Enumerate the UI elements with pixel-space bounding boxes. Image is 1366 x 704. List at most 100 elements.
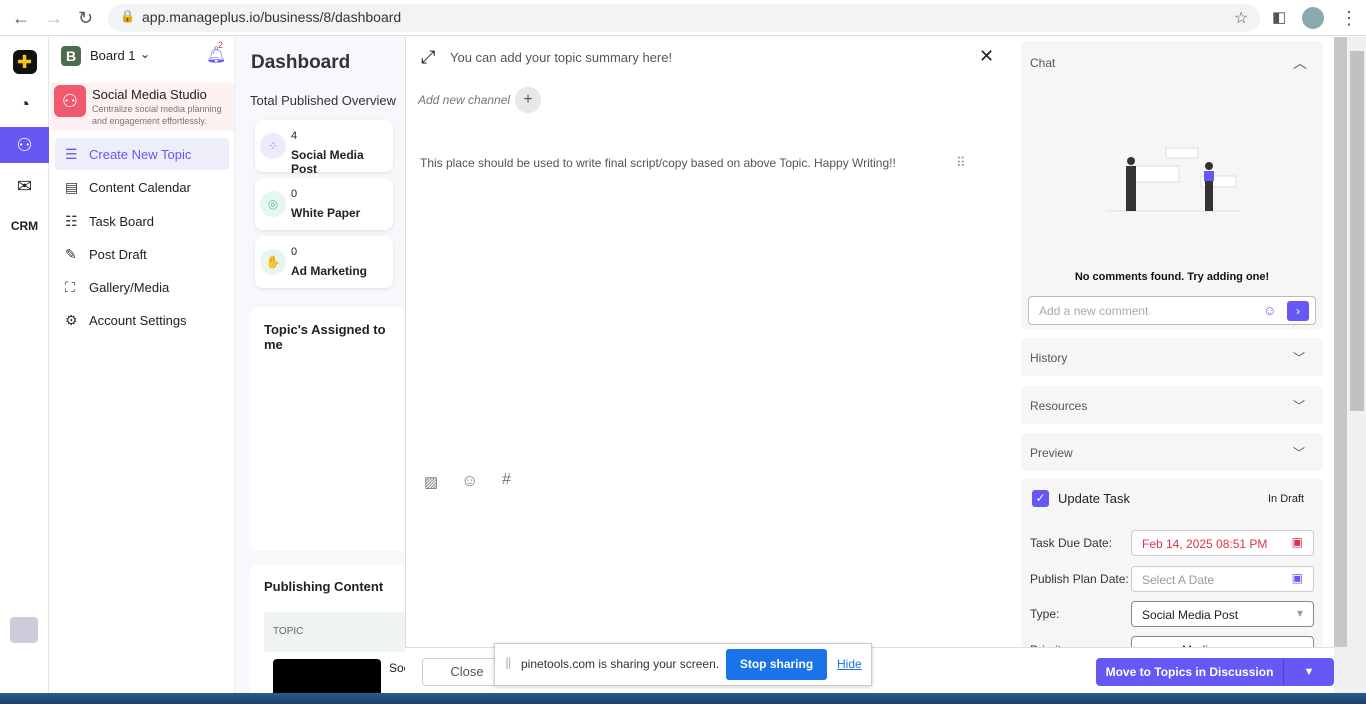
type-select[interactable]: Social Media Post ▾ <box>1131 601 1314 627</box>
update-task-label: Update Task <box>1058 491 1131 506</box>
sidebar: B Board 1 ⌄ 🔔︎ 2 ⚇ Social Media Studio C… <box>50 37 235 693</box>
sidebar-item-label: Gallery/Media <box>89 279 170 295</box>
emoji-icon[interactable]: ☺ <box>1263 303 1276 318</box>
type-value: Social Media Post <box>1142 608 1239 622</box>
dashboard: Dashboard Total Published Overview ⁘ 4 Soc… <box>235 37 410 699</box>
update-task-checkbox[interactable]: ✓ <box>1032 490 1049 507</box>
status-badge: In Draft <box>1268 493 1305 505</box>
lock-icon: 🔒 <box>120 9 135 23</box>
image-icon[interactable]: ▨ <box>424 473 438 491</box>
sidebar-item-label: Content Calendar <box>89 179 191 195</box>
calendar-icon: ▣ <box>1291 535 1303 549</box>
profile-avatar[interactable] <box>1302 7 1324 29</box>
app-logo[interactable]: ✚ <box>0 45 49 79</box>
chevron-down-icon: ﹀ <box>1293 399 1306 413</box>
hashtag-icon[interactable]: # <box>502 471 511 489</box>
due-date-label: Task Due Date: <box>1030 536 1113 550</box>
sidepanel-icon[interactable]: ◧ <box>1272 8 1286 26</box>
back-icon[interactable]: ← <box>12 8 30 29</box>
app-banner: ⚇ Social Media Studio Centralize social … <box>50 83 234 131</box>
speedometer-icon[interactable]: ◔ <box>0 87 49 121</box>
card-label: Ad Marketing <box>291 264 368 278</box>
browser-toolbar: ← → ↻ 🔒 app.manageplus.io/business/8/dash… <box>0 0 1366 36</box>
due-date-field[interactable]: Feb 14, 2025 08:51 PM ▣ <box>1131 530 1314 556</box>
sidebar-item-task-board[interactable]: ☷ Task Board <box>55 205 229 237</box>
script-editor[interactable]: This place should be used to write final… <box>420 156 896 170</box>
expand-icon[interactable]: ⤢ <box>421 47 435 68</box>
star-icon[interactable]: ☆ <box>1234 8 1248 28</box>
hide-link[interactable]: Hide <box>837 657 862 671</box>
sidebar-item-content-calendar[interactable]: ▤ Content Calendar <box>55 171 229 203</box>
resources-heading: Resources <box>1030 399 1088 413</box>
sidebar-item-label: Create New Topic <box>89 146 192 162</box>
history-heading: History <box>1030 351 1068 365</box>
paper-icon: ◎ <box>260 191 286 217</box>
social-studio-icon[interactable]: ⚇ <box>0 127 49 163</box>
add-channel-label: Add new channel <box>418 93 511 107</box>
drag-handle-icon[interactable]: ‖ <box>505 656 512 674</box>
preview-section[interactable]: Preview ﹀ <box>1021 433 1323 471</box>
board-selector[interactable]: Board 1 <box>90 48 136 63</box>
stat-card[interactable]: ✋ 0 Ad Marketing <box>255 236 393 288</box>
app-desc: Centralize social media planning <box>92 104 222 114</box>
bell-icon[interactable]: 🔔︎ <box>206 45 226 65</box>
preview-heading: Preview <box>1030 446 1073 460</box>
comment-placeholder: Add a new comment <box>1039 304 1149 318</box>
resources-section[interactable]: Resources ﹀ <box>1021 386 1323 424</box>
type-label: Type: <box>1030 607 1060 621</box>
move-to-discussion-button[interactable]: Move to Topics in Discussion <box>1096 658 1283 686</box>
publishing-heading: Publishing Content <box>264 579 384 594</box>
app-desc: and engagement effortlessly. <box>92 116 207 126</box>
page-scrollbar-thumb[interactable] <box>1350 51 1364 411</box>
sidebar-item-gallery[interactable]: ⛶ Gallery/Media <box>55 271 229 303</box>
inner-scrollbar-thumb[interactable] <box>1334 37 1347 647</box>
chevron-down-icon: ﹀ <box>1293 446 1306 460</box>
no-comments-text: No comments found. Try adding one! <box>1074 271 1270 283</box>
right-panel: Chat ︿ No comments found. Try adding one… <box>1013 37 1334 662</box>
crm-icon[interactable]: CRM <box>0 209 49 243</box>
reload-icon[interactable]: ↻ <box>78 8 93 29</box>
plan-date-field[interactable]: Select A Date ▣ <box>1131 566 1314 592</box>
chat-heading[interactable]: Chat <box>1030 56 1055 70</box>
empty-chat-illustration <box>1106 147 1241 212</box>
forward-icon[interactable]: → <box>45 8 63 29</box>
edit-doc-icon: ✎ <box>65 245 77 262</box>
plan-date-label: Publish Plan Date: <box>1030 572 1129 586</box>
sidebar-item-create-new-topic[interactable]: ☰ Create New Topic <box>55 138 229 170</box>
calendar-icon: ▤ <box>65 178 79 195</box>
close-icon[interactable]: ✕ <box>979 46 994 67</box>
menu-icon[interactable]: ⋮ <box>1340 8 1358 29</box>
chevron-down-icon[interactable]: ⌄ <box>140 47 150 61</box>
notification-count: 2 <box>218 40 224 50</box>
history-section[interactable]: History ﹀ <box>1021 338 1323 376</box>
emoji-icon[interactable]: ☺ <box>461 471 478 491</box>
send-button[interactable]: › <box>1287 301 1309 321</box>
stat-card[interactable]: ◎ 0 White Paper <box>255 178 393 230</box>
share-message: pinetools.com is sharing your screen. <box>521 657 720 671</box>
address-bar[interactable]: 🔒 app.manageplus.io/business/8/dashboard <box>108 4 1260 32</box>
card-count: 0 <box>291 246 298 258</box>
scrollbar[interactable] <box>1334 37 1366 693</box>
board-badge: B <box>61 46 81 66</box>
sidebar-item-post-draft[interactable]: ✎ Post Draft <box>55 238 229 270</box>
topic-summary[interactable]: You can add your topic summary here! <box>450 50 672 65</box>
page-title: Dashboard <box>251 52 351 73</box>
stop-sharing-button[interactable]: Stop sharing <box>726 649 827 680</box>
comment-input[interactable]: Add a new comment ☺ › <box>1028 296 1316 325</box>
due-date-value: Feb 14, 2025 08:51 PM <box>1142 537 1268 551</box>
add-channel-button[interactable]: + <box>515 87 541 113</box>
topic-modal: ⤢ You can add your topic summary here! ✕… <box>405 37 1013 647</box>
chevron-up-icon[interactable]: ︿ <box>1293 53 1307 73</box>
card-count: 4 <box>291 130 298 142</box>
chevron-down-icon: ﹀ <box>1293 351 1306 365</box>
assigned-panel: Topic's Assigned to me <box>250 307 405 551</box>
sidebar-item-account-settings[interactable]: ⚙ Account Settings <box>55 304 229 336</box>
drag-handle-icon[interactable]: ⠿ <box>956 155 966 171</box>
social-icon: ⁘ <box>260 133 286 159</box>
checklist-icon: ☷ <box>65 212 78 229</box>
mail-campaign-icon[interactable]: ✉ <box>0 169 49 203</box>
calendar-icon: ▣ <box>1291 571 1303 585</box>
stat-card[interactable]: ⁘ 4 Social Media Post <box>255 120 393 176</box>
user-avatar[interactable] <box>10 617 38 643</box>
caret-down-icon[interactable]: ▼ <box>1283 658 1334 686</box>
